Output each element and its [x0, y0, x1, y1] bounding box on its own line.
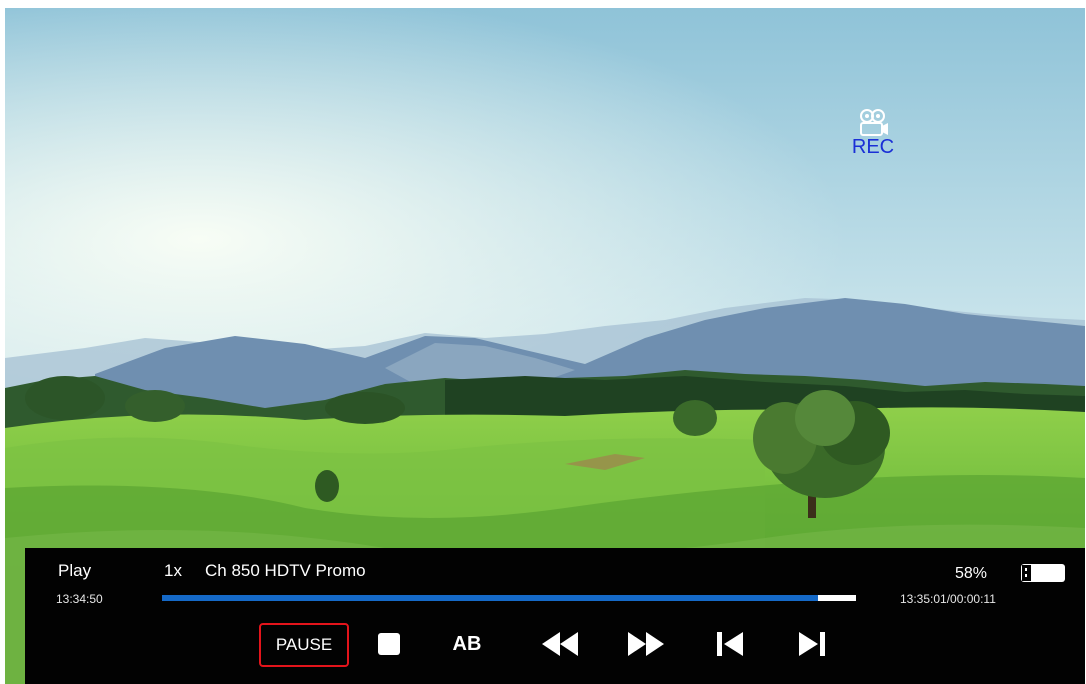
rewind-button[interactable]: [539, 630, 581, 658]
video-camera-icon: [860, 109, 888, 136]
channel-name: Ch 850 HDTV Promo: [205, 561, 366, 580]
fast-forward-icon: [628, 632, 664, 656]
current-time: 13:34:50: [56, 592, 103, 606]
skip-next-icon: [799, 632, 825, 656]
stop-button[interactable]: [377, 632, 401, 656]
ab-repeat-button[interactable]: AB: [445, 628, 489, 660]
stop-icon: [378, 633, 400, 655]
skip-previous-icon: [717, 632, 743, 656]
rec-label: REC: [851, 136, 895, 158]
playback-control-bar: Play 13:34:50 1x Ch 850 HDTV Promo 58% 1…: [25, 548, 1085, 684]
progress-bar[interactable]: [162, 595, 856, 601]
playback-mode: Play: [58, 561, 92, 580]
skip-next-button[interactable]: [795, 630, 829, 658]
storage-indicator-icon: [1021, 564, 1065, 582]
pause-button[interactable]: PAUSE: [259, 623, 349, 667]
skip-previous-button[interactable]: [713, 630, 747, 658]
storage-percent: 58%: [955, 565, 988, 582]
fast-forward-button[interactable]: [625, 630, 667, 658]
progress-fill: [162, 595, 818, 601]
rec-indicator: REC: [843, 108, 903, 158]
pause-label: PAUSE: [275, 635, 333, 654]
rewind-icon: [542, 632, 578, 656]
end-time-duration: 13:35:01/00:00:11: [900, 592, 996, 606]
playback-speed: 1x: [164, 561, 182, 580]
ab-label: AB: [452, 632, 482, 655]
video-viewport: REC Play 13:34:50 1x Ch 850 HDTV Promo 5…: [5, 8, 1085, 684]
